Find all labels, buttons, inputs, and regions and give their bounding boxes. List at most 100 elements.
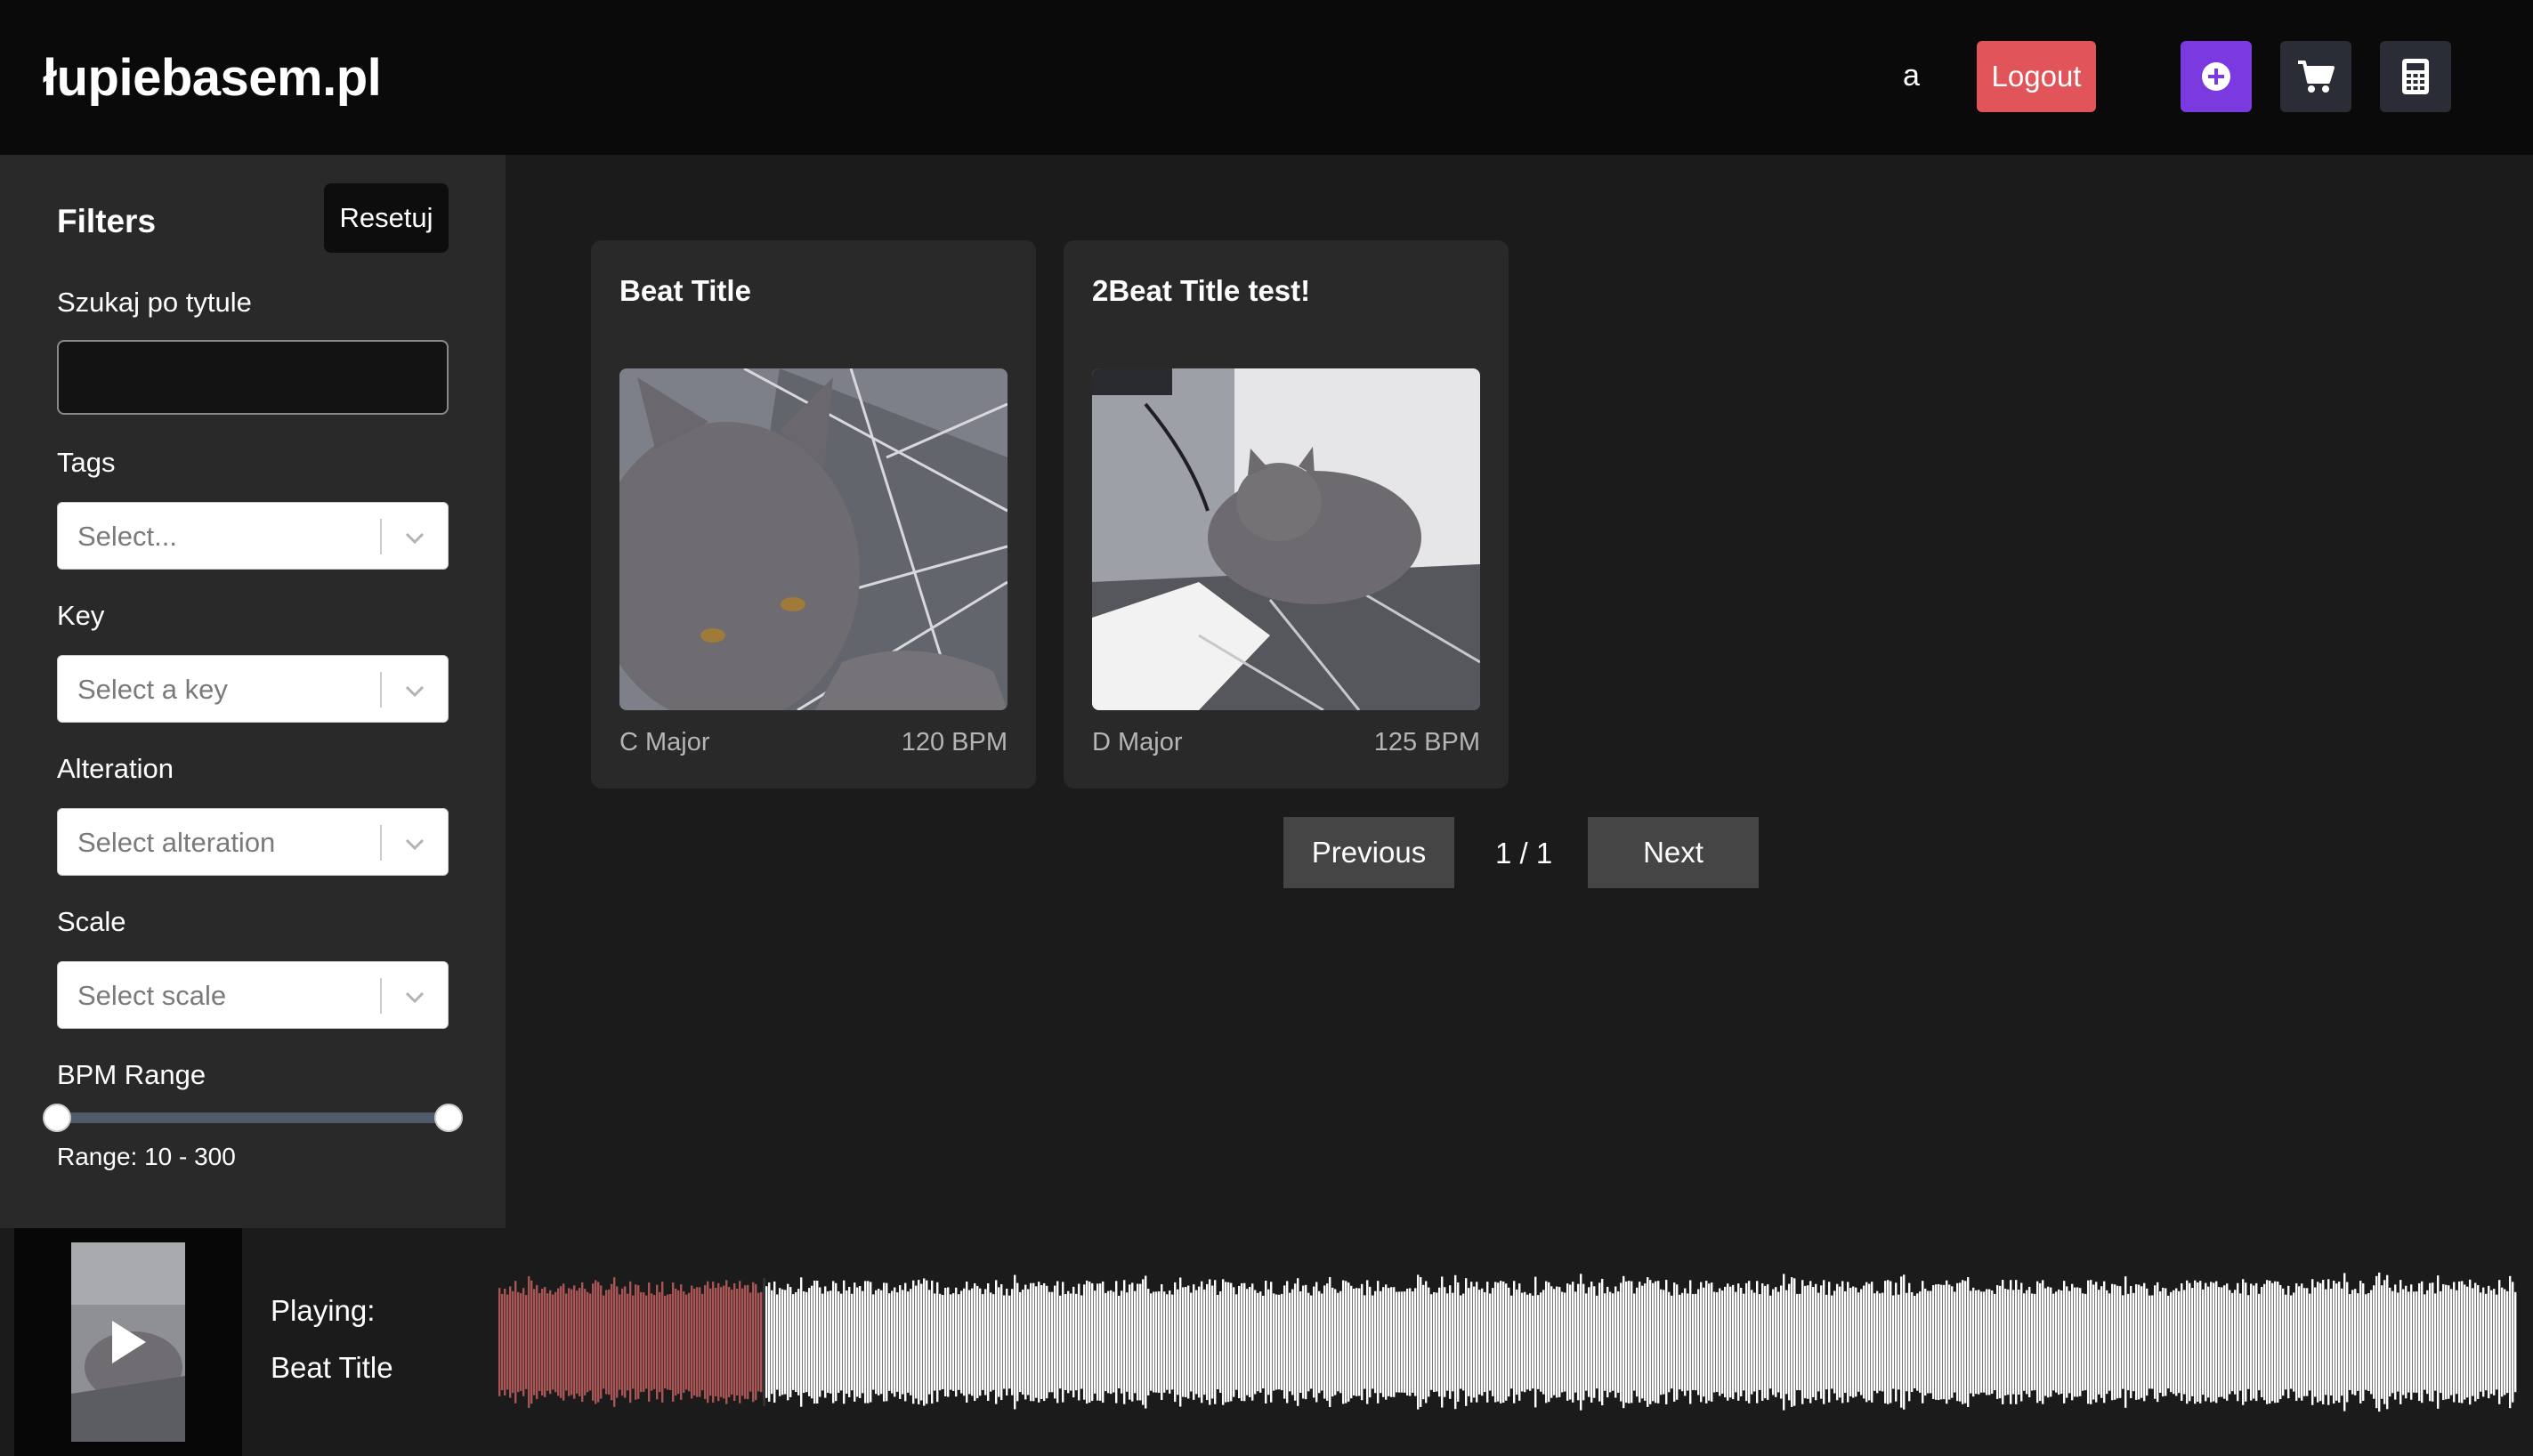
waveform-bar	[1767, 1284, 1769, 1400]
chevron-down-icon[interactable]	[403, 526, 426, 549]
waveform-bar	[2020, 1282, 2023, 1402]
waveform-bar	[1422, 1284, 1425, 1400]
waveform-bar	[1206, 1283, 1209, 1401]
waveform-bar	[1673, 1282, 1676, 1402]
waveform-bar	[1460, 1295, 1462, 1389]
chevron-down-icon[interactable]	[403, 985, 426, 1008]
waveform-bar	[1799, 1293, 1801, 1391]
chevron-down-icon[interactable]	[403, 679, 426, 702]
waveform-bar	[1024, 1284, 1027, 1400]
beat-card[interactable]: 2Beat Title test! D Major 125 BPM	[1064, 240, 1509, 789]
waveform-bar	[1265, 1280, 1267, 1404]
beat-title[interactable]: 2Beat Title test!	[1092, 274, 1310, 308]
waveform-bar	[1665, 1280, 1668, 1404]
waveform-bar	[1342, 1280, 1345, 1404]
waveform-bar	[1588, 1287, 1590, 1397]
waveform-bar	[2327, 1279, 2330, 1405]
waveform-bar	[2015, 1280, 2018, 1404]
beat-card[interactable]: Beat Title C Major 120 BPM	[591, 240, 1036, 789]
waveform-bar	[1436, 1292, 1438, 1392]
waveform-bar	[795, 1291, 797, 1393]
cart-button[interactable]	[2280, 41, 2351, 112]
waveform-bar	[1462, 1293, 1465, 1391]
beat-cover-image[interactable]	[619, 368, 1008, 710]
waveform-bar	[2221, 1287, 2223, 1397]
tags-select[interactable]: Select...	[57, 502, 449, 570]
waveform-bar	[1732, 1284, 1735, 1400]
waveform-bar	[2250, 1283, 2253, 1401]
waveform-bar	[1283, 1285, 1286, 1399]
add-beat-button[interactable]	[2181, 41, 2252, 112]
waveform-bar	[1409, 1288, 1412, 1396]
bpm-range-track[interactable]	[57, 1112, 449, 1123]
waveform-bar	[918, 1280, 920, 1404]
waveform-bar	[2365, 1294, 2367, 1390]
waveform-bar	[1564, 1292, 1566, 1392]
waveform-bar	[2245, 1282, 2247, 1402]
waveform-bar	[741, 1288, 744, 1396]
waveform-bar	[1011, 1289, 1014, 1395]
bpm-min-handle[interactable]	[43, 1104, 71, 1132]
waveform-bar	[1582, 1283, 1585, 1401]
waveform-bar	[1030, 1282, 1032, 1402]
waveform-bar	[2154, 1285, 2157, 1399]
waveform-bar	[2007, 1289, 2010, 1395]
waveform-bar	[1494, 1282, 1497, 1403]
key-select[interactable]: Select a key	[57, 655, 449, 723]
waveform-bar	[1518, 1283, 1521, 1401]
site-logo[interactable]: łupiebasem.pl	[43, 48, 382, 108]
waveform-bar	[1751, 1290, 1753, 1395]
waveform-bar	[1078, 1283, 1080, 1401]
waveform-bar	[728, 1287, 731, 1397]
waveform-bar	[1115, 1281, 1118, 1403]
waveform-bar	[1508, 1287, 1510, 1397]
reset-filters-button[interactable]: Resetuj	[324, 183, 449, 253]
next-page-button[interactable]: Next	[1588, 817, 1759, 888]
waveform-bar	[1067, 1290, 1070, 1394]
waveform-bar	[2424, 1294, 2426, 1390]
beat-cover-image[interactable]	[1092, 368, 1480, 710]
waveform-seekbar[interactable]	[498, 1228, 2533, 1456]
waveform-bar	[1753, 1292, 1756, 1392]
waveform-bar	[1785, 1290, 1788, 1395]
previous-page-button[interactable]: Previous	[1283, 817, 1454, 888]
waveform-bar	[2132, 1292, 2135, 1392]
waveform-bar	[907, 1291, 910, 1393]
waveform-bar	[2472, 1288, 2474, 1396]
waveform-bar	[1649, 1280, 1652, 1404]
waveform-bar	[2285, 1294, 2287, 1390]
logout-button[interactable]: Logout	[1977, 41, 2096, 112]
waveform-bar	[2266, 1280, 2269, 1404]
bpm-max-handle[interactable]	[434, 1104, 463, 1132]
waveform-bar	[1380, 1290, 1382, 1394]
waveform-bar	[1486, 1282, 1489, 1403]
player-cover-image[interactable]	[71, 1242, 185, 1442]
waveform-bar	[1492, 1288, 1494, 1396]
beat-title[interactable]: Beat Title	[619, 274, 751, 308]
alteration-select[interactable]: Select alteration	[57, 808, 449, 876]
waveform-bar	[1446, 1293, 1449, 1391]
chevron-down-icon[interactable]	[403, 832, 426, 855]
waveform-bar	[1548, 1282, 1550, 1403]
playback-cursor[interactable]	[763, 1278, 765, 1406]
waveform-bar	[2357, 1293, 2359, 1391]
waveform-bar	[1257, 1292, 1259, 1392]
waveform-bar	[963, 1288, 966, 1396]
waveform-bar	[2210, 1282, 2213, 1403]
calculator-button[interactable]	[2380, 41, 2451, 112]
waveform-bar	[1927, 1290, 1930, 1394]
scale-select[interactable]: Select scale	[57, 961, 449, 1029]
waveform-bar	[926, 1280, 928, 1404]
waveform-bar	[2237, 1282, 2239, 1402]
bpm-range-text: Range: 10 - 300	[57, 1143, 236, 1170]
waveform-bar	[2026, 1290, 2028, 1395]
play-icon[interactable]	[107, 1317, 150, 1367]
waveform-bar	[1556, 1286, 1558, 1398]
waveform-bar	[744, 1285, 747, 1399]
waveform-bar	[2116, 1285, 2119, 1399]
waveform-bar	[800, 1277, 803, 1407]
waveform-bar	[1361, 1283, 1364, 1401]
title-search-input[interactable]	[57, 340, 449, 415]
waveform-bar	[1254, 1290, 1257, 1395]
waveform-bar	[605, 1290, 608, 1395]
